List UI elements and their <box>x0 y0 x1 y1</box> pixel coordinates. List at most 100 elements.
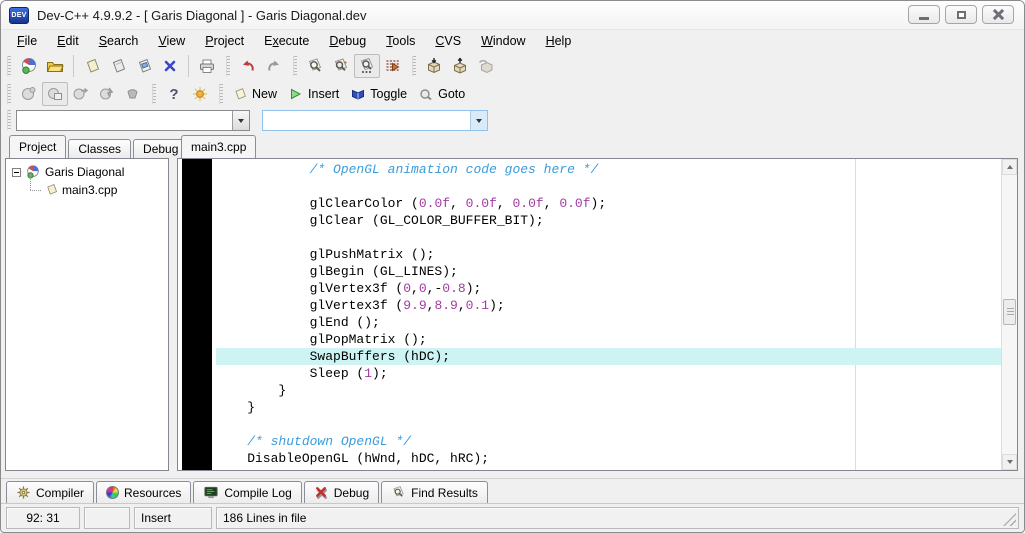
close-button[interactable] <box>982 5 1014 24</box>
help-icon[interactable]: ? <box>161 82 187 106</box>
goto-bookmark-button[interactable]: Goto <box>414 82 472 106</box>
toolbar-grip[interactable] <box>293 56 297 76</box>
replace-icon[interactable] <box>354 54 380 78</box>
debug-toolbar: ? New Insert Toggle Goto <box>1 80 1024 108</box>
restore-button[interactable] <box>945 5 977 24</box>
status-modified-panel <box>84 507 130 529</box>
editor-vertical-scrollbar[interactable] <box>1001 159 1017 470</box>
find-next-icon[interactable] <box>328 54 354 78</box>
compile-icon[interactable] <box>421 54 447 78</box>
code-line[interactable]: glPushMatrix (); <box>216 246 1001 263</box>
new-unit-icon <box>235 88 246 100</box>
code-line[interactable]: glVertex3f (9.9,8.9,0.1); <box>216 297 1001 314</box>
toolbar-grip[interactable] <box>219 84 223 104</box>
menu-item-search[interactable]: Search <box>89 31 149 51</box>
compiler-select-dropdown-button[interactable] <box>232 110 249 130</box>
tab-compiler[interactable]: Compiler <box>6 481 95 503</box>
run-to-cursor-icon[interactable] <box>94 82 120 106</box>
menu-item-help[interactable]: Help <box>536 31 582 51</box>
resize-grip[interactable] <box>1003 513 1016 526</box>
menu-item-window[interactable]: Window <box>471 31 535 51</box>
menu-item-tools[interactable]: Tools <box>376 31 425 51</box>
save-all-icon[interactable] <box>131 54 157 78</box>
toolbar-grip[interactable] <box>152 84 156 104</box>
code-editor[interactable]: /* OpenGL animation code goes here */ gl… <box>177 158 1018 471</box>
title-bar[interactable]: DEV Dev-C++ 4.9.9.2 - [ Garis Diagonal ]… <box>1 1 1024 29</box>
tab-classes[interactable]: Classes <box>68 139 132 158</box>
code-line[interactable]: glVertex3f (0,0,-0.8); <box>216 280 1001 297</box>
minimize-button[interactable] <box>908 5 940 24</box>
compiler-select[interactable] <box>16 109 250 131</box>
toolbar-grip[interactable] <box>412 56 416 76</box>
step-over-icon[interactable] <box>68 82 94 106</box>
toolbar-grip[interactable] <box>7 84 11 104</box>
toggle-bookmark-button[interactable]: Toggle <box>346 82 414 106</box>
menu-item-project[interactable]: Project <box>195 31 254 51</box>
debug-run-icon[interactable] <box>16 82 42 106</box>
class-browser-dropdown-button[interactable] <box>470 110 487 130</box>
scroll-up-button[interactable] <box>1002 159 1017 175</box>
code-line[interactable]: glEnd (); <box>216 314 1001 331</box>
menu-item-edit[interactable]: Edit <box>47 31 89 51</box>
tab-find-results-label: Find Results <box>411 485 478 500</box>
redo-icon[interactable] <box>261 54 287 78</box>
menu-item-execute[interactable]: Execute <box>254 31 319 51</box>
tab-debug-panel[interactable]: Debug <box>303 481 380 503</box>
stop-icon[interactable] <box>120 82 146 106</box>
toolbar-grip[interactable] <box>7 56 11 76</box>
goto-bookmark-label: Goto <box>438 87 466 101</box>
find-icon[interactable] <box>302 54 328 78</box>
new-project-icon[interactable] <box>16 54 42 78</box>
goto-line-icon[interactable] <box>380 54 406 78</box>
tree-collapse-icon[interactable] <box>12 167 21 177</box>
menu-item-cvs[interactable]: CVS <box>425 31 471 51</box>
insert-button[interactable]: Insert <box>284 82 346 106</box>
scroll-down-button[interactable] <box>1002 454 1017 470</box>
app-window: DEV Dev-C++ 4.9.9.2 - [ Garis Diagonal ]… <box>0 0 1025 533</box>
tree-item-main3cpp[interactable]: main3.cpp <box>30 174 168 197</box>
tab-compile-log[interactable]: Compile Log <box>193 481 302 503</box>
code-line[interactable] <box>216 178 1001 195</box>
menu-item-debug[interactable]: Debug <box>319 31 376 51</box>
print-icon[interactable] <box>194 54 220 78</box>
menu-item-file[interactable]: File <box>7 31 47 51</box>
code-line-highlighted[interactable]: SwapBuffers (hDC); <box>216 348 1001 365</box>
toolbar-separator <box>188 55 189 77</box>
code-line[interactable]: } <box>216 399 1001 416</box>
status-cursor-position: 92: 31 <box>6 507 80 529</box>
profile-icon[interactable] <box>187 82 213 106</box>
file-icon <box>47 183 58 195</box>
toolbar-grip[interactable] <box>226 56 230 76</box>
chevron-down-icon <box>238 118 244 126</box>
code-line[interactable]: glBegin (GL_LINES); <box>216 263 1001 280</box>
run-icon[interactable] <box>447 54 473 78</box>
code-line[interactable]: DisableOpenGL (hWnd, hDC, hRC); <box>216 450 1001 467</box>
open-project-icon[interactable] <box>42 54 68 78</box>
code-line[interactable]: /* OpenGL animation code goes here */ <box>216 161 1001 178</box>
editor-tab-main3cpp[interactable]: main3.cpp <box>181 135 257 158</box>
tree-root-label: Garis Diagonal <box>45 165 125 179</box>
code-line[interactable]: glClear (GL_COLOR_BUFFER_BIT); <box>216 212 1001 229</box>
tab-resources[interactable]: Resources <box>96 481 192 503</box>
debug-window-icon[interactable] <box>42 82 68 106</box>
save-icon[interactable] <box>105 54 131 78</box>
code-area[interactable]: /* OpenGL animation code goes here */ gl… <box>216 159 1001 470</box>
menu-item-view[interactable]: View <box>148 31 195 51</box>
scrollbar-thumb[interactable] <box>1003 299 1016 325</box>
code-line[interactable]: Sleep (1); <box>216 365 1001 382</box>
code-line[interactable]: glClearColor (0.0f, 0.0f, 0.0f, 0.0f); <box>216 195 1001 212</box>
new-unit-button[interactable]: New <box>228 82 284 106</box>
close-file-icon[interactable] <box>157 54 183 78</box>
class-browser-select[interactable] <box>262 109 488 131</box>
tab-find-results[interactable]: Find Results <box>381 481 488 503</box>
code-line[interactable] <box>216 229 1001 246</box>
code-line[interactable]: /* shutdown OpenGL */ <box>216 433 1001 450</box>
code-line[interactable]: glPopMatrix (); <box>216 331 1001 348</box>
rebuild-icon[interactable] <box>473 54 499 78</box>
new-file-icon[interactable] <box>79 54 105 78</box>
undo-icon[interactable] <box>235 54 261 78</box>
toolbar-grip[interactable] <box>7 110 11 130</box>
tab-project[interactable]: Project <box>9 135 67 158</box>
code-line[interactable]: } <box>216 382 1001 399</box>
code-line[interactable] <box>216 416 1001 433</box>
